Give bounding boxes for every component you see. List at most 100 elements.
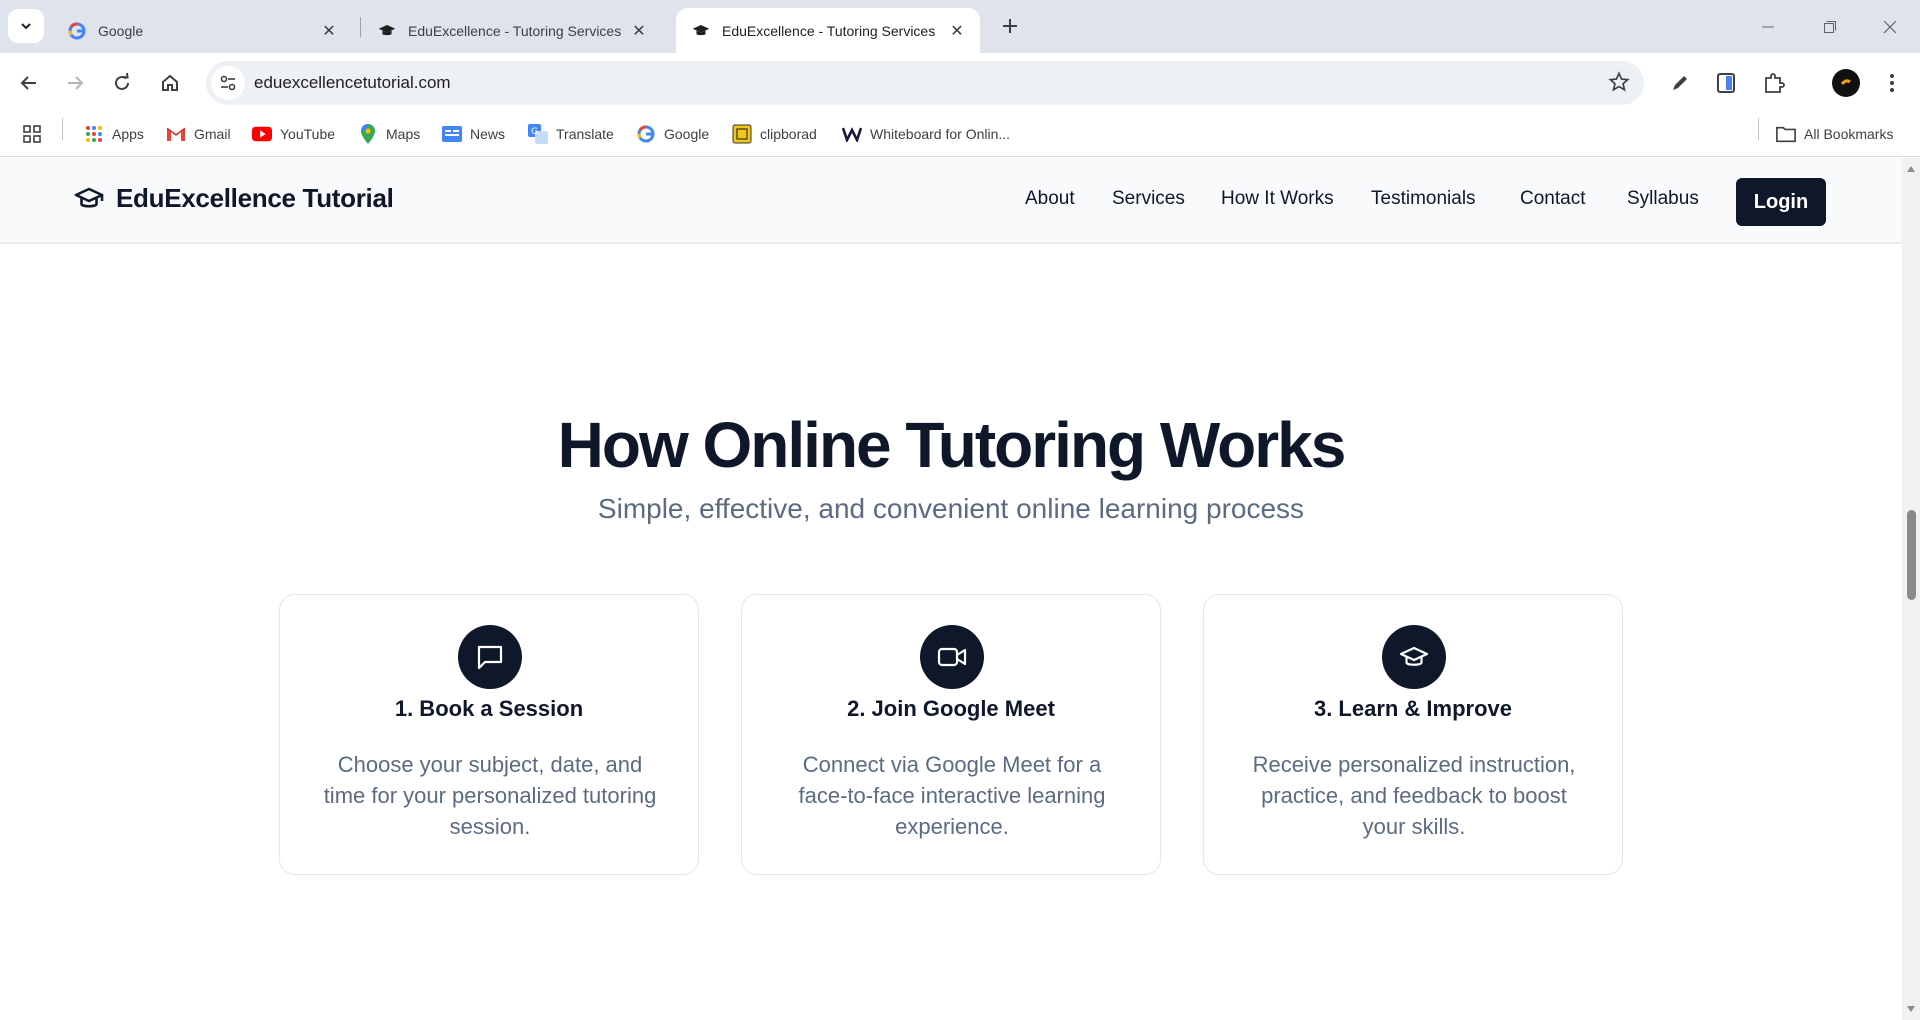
graduation-cap-icon	[74, 184, 104, 214]
bookmark-gmail[interactable]: Gmail	[166, 122, 231, 146]
bookmarks-divider	[1758, 118, 1759, 140]
nav-about[interactable]: About	[1025, 188, 1075, 210]
extension-clipboard[interactable]	[1712, 69, 1740, 97]
step-description: Receive personalized instruction, practi…	[1252, 752, 1576, 839]
nav-syllabus[interactable]: Syllabus	[1627, 188, 1699, 210]
bookmark-youtube[interactable]: YouTube	[252, 122, 335, 146]
google-icon	[68, 22, 86, 40]
youtube-icon	[252, 124, 272, 144]
brand-name: EduExcellence Tutorial	[116, 183, 394, 213]
browser-toolbar: eduexcellencetutorial.com	[0, 53, 1920, 112]
tab-search-button[interactable]	[8, 9, 44, 43]
nav-services[interactable]: Services	[1112, 188, 1185, 210]
arrow-left-icon	[20, 76, 36, 90]
section-title: How Online Tutoring Works	[557, 409, 1347, 481]
page-viewport: EduExcellence Tutorial About Services Ho…	[0, 158, 1902, 1020]
step-card-join-meet: 2. Join Google Meet Connect via Google M…	[741, 594, 1161, 875]
page-scrollbar[interactable]	[1902, 158, 1920, 1020]
restore-icon	[1824, 20, 1836, 33]
bookmarks-bar: Apps Gmail YouTube Maps News G Translate	[0, 112, 1920, 157]
tab-title: Google	[98, 22, 144, 39]
bookmark-clipborad[interactable]: clipborad	[732, 122, 817, 146]
puzzle-icon	[1765, 73, 1785, 93]
close-window-button[interactable]	[1860, 0, 1920, 53]
bookmark-google[interactable]: Google	[636, 122, 709, 146]
bookmark-label: Google	[664, 126, 710, 142]
step-icon-badge	[1382, 625, 1446, 689]
close-icon[interactable]: ✕	[946, 20, 968, 42]
minimize-button[interactable]	[1738, 0, 1798, 53]
maps-pin-icon	[358, 124, 378, 144]
grid-icon	[23, 125, 41, 143]
nav-how-it-works[interactable]: How It Works	[1221, 188, 1334, 210]
step-description: Choose your subject, date, and time for …	[323, 752, 657, 839]
new-tab-button[interactable]	[994, 10, 1026, 42]
step-card-learn-improve: 3. Learn & Improve Receive personalized …	[1203, 594, 1623, 875]
extensions-button[interactable]	[1760, 69, 1788, 97]
step-icon-badge	[458, 625, 522, 689]
bookmark-label: All Bookmarks	[1804, 126, 1894, 142]
bookmark-label: Whiteboard for Onlin...	[870, 126, 1011, 142]
site-info-button[interactable]	[211, 66, 245, 100]
restore-button[interactable]	[1800, 0, 1860, 53]
close-icon[interactable]: ✕	[318, 20, 340, 42]
bookmark-label: Apps	[112, 126, 144, 142]
step-description: Connect via Google Meet for a face-to-fa…	[798, 752, 1106, 839]
scroll-up-arrow-icon[interactable]	[1906, 164, 1916, 174]
tab-google[interactable]: Google ✕	[52, 8, 352, 53]
svg-text:G: G	[531, 127, 538, 137]
back-button[interactable]	[11, 65, 47, 101]
address-bar[interactable]: eduexcellencetutorial.com	[206, 61, 1644, 105]
plus-icon	[1003, 19, 1017, 33]
bookmark-label: News	[470, 126, 506, 142]
nav-testimonials[interactable]: Testimonials	[1371, 188, 1476, 210]
bookmark-maps[interactable]: Maps	[358, 122, 420, 146]
reload-button[interactable]	[104, 65, 140, 101]
tab-eduexcellence-active[interactable]: EduExcellence - Tutoring Services ✕	[676, 8, 980, 53]
scrollbar-thumb[interactable]	[1907, 510, 1916, 600]
reload-icon	[115, 73, 129, 90]
profile-avatar[interactable]	[1830, 67, 1862, 99]
pen-icon	[1673, 76, 1687, 90]
tab-eduexcellence-1[interactable]: EduExcellence - Tutoring Services ✕	[362, 8, 662, 53]
bookmark-star-icon[interactable]	[1608, 71, 1630, 98]
gmail-icon	[166, 124, 186, 144]
folder-icon	[1776, 124, 1796, 144]
extension-pen[interactable]	[1666, 69, 1694, 97]
tab-title: EduExcellence - Tutoring Services	[722, 22, 936, 39]
close-icon[interactable]: ✕	[628, 20, 650, 42]
login-button[interactable]: Login	[1736, 178, 1826, 226]
menu-button[interactable]	[1878, 69, 1906, 97]
apps-grid-icon	[84, 124, 104, 144]
graduation-cap-icon	[1399, 646, 1429, 666]
url-text: eduexcellencetutorial.com	[254, 73, 451, 92]
bookmark-apps[interactable]: Apps	[84, 122, 144, 146]
site-header: EduExcellence Tutorial About Services Ho…	[0, 158, 1902, 244]
bookmark-label: Gmail	[194, 126, 231, 142]
avatar-icon	[1832, 69, 1860, 97]
translate-icon: G	[528, 124, 548, 144]
nav-contact[interactable]: Contact	[1520, 188, 1585, 210]
clipboard-icon	[732, 124, 752, 144]
news-icon	[442, 124, 462, 144]
home-button[interactable]	[152, 65, 188, 101]
bookmark-whiteboard[interactable]: Whiteboard for Onlin...	[842, 122, 1010, 146]
tune-icon	[220, 75, 236, 91]
bookmark-label: Maps	[386, 126, 421, 142]
bookmark-translate[interactable]: G Translate	[528, 122, 614, 146]
chevron-down-icon	[21, 23, 31, 30]
scroll-down-arrow-icon[interactable]	[1906, 1004, 1916, 1014]
bookmark-label: Translate	[556, 126, 614, 142]
forward-button[interactable]	[57, 65, 93, 101]
apps-launcher-button[interactable]	[22, 122, 42, 146]
tab-strip: Google ✕ EduExcellence - Tutoring Servic…	[0, 0, 1920, 53]
step-icon-badge	[920, 625, 984, 689]
step-title: 3. Learn & Improve	[1313, 696, 1513, 721]
home-icon	[162, 74, 178, 91]
tab-title: EduExcellence - Tutoring Services	[408, 22, 622, 39]
clipboard-ext-icon	[1717, 73, 1735, 93]
arrow-right-icon	[68, 76, 84, 90]
site-logo[interactable]: EduExcellence Tutorial	[74, 183, 394, 214]
all-bookmarks-button[interactable]: All Bookmarks	[1776, 122, 1893, 146]
bookmark-news[interactable]: News	[442, 122, 505, 146]
